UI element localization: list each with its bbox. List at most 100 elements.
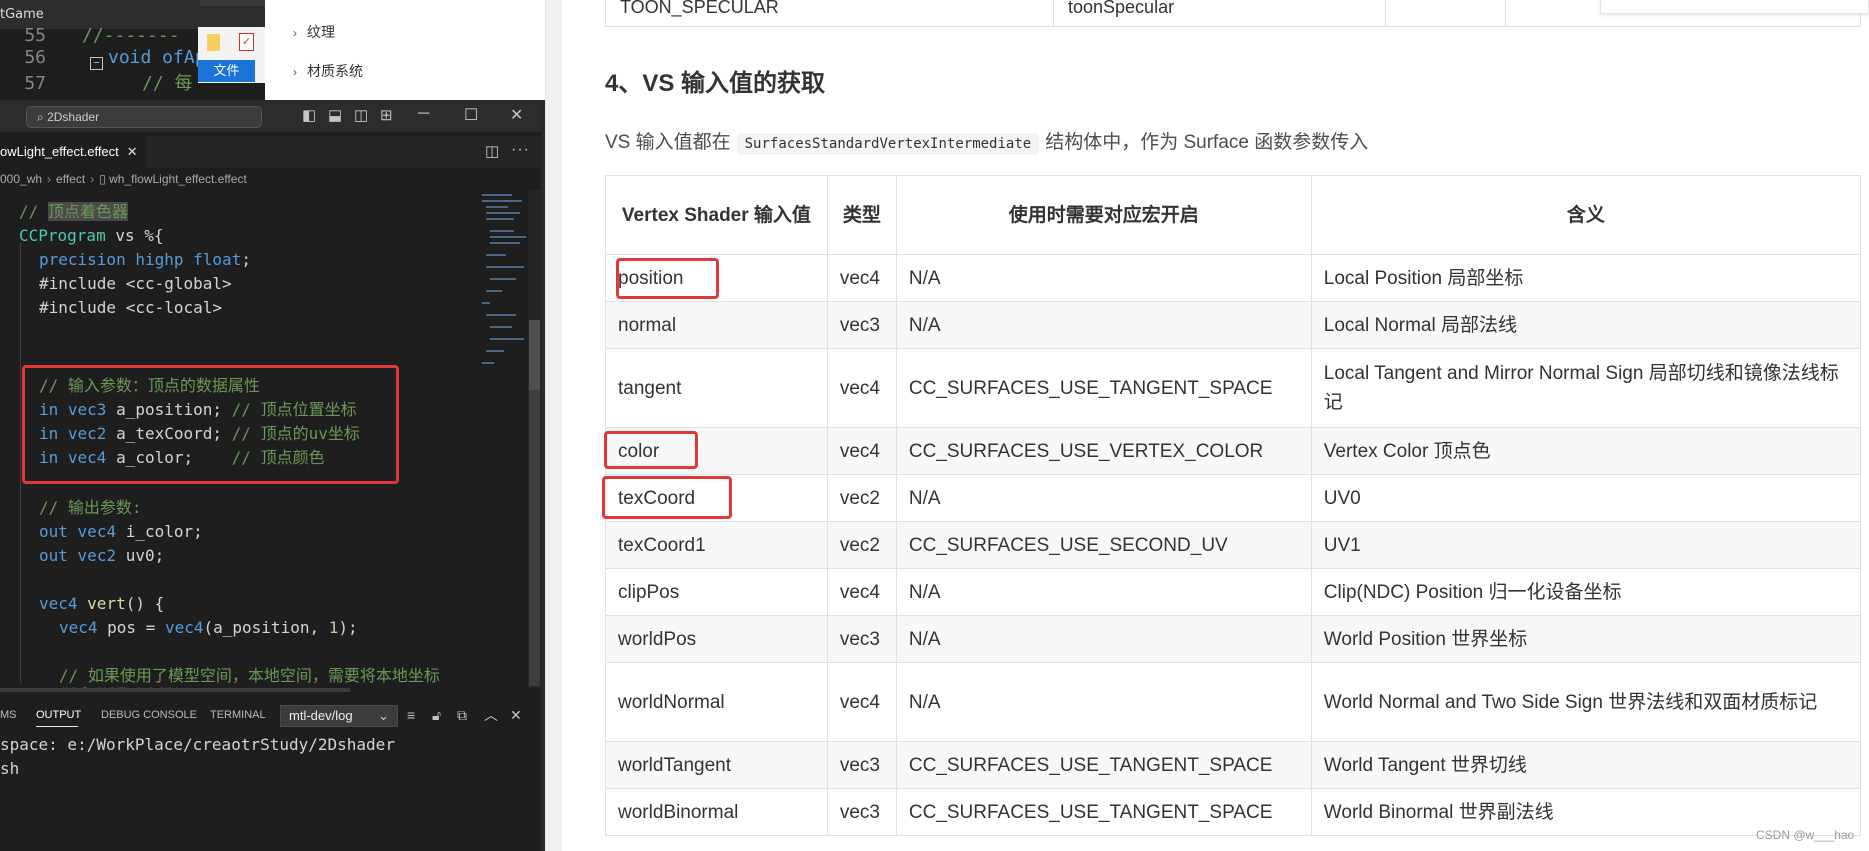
code-line: precision highp float; bbox=[39, 250, 251, 269]
table-cell: UV1 bbox=[1310, 521, 1862, 569]
file-icon: ▯ bbox=[99, 172, 110, 186]
table-row: clipPos vec4 N/A Clip(NDC) Position 归一化设备坐标 bbox=[605, 568, 1862, 616]
tab-debug-console[interactable]: DEBUG CONSOLE bbox=[101, 709, 197, 721]
editor-scrollbar-region bbox=[529, 390, 540, 686]
output-channel-select[interactable]: mtl-dev/log ⌄ bbox=[280, 705, 398, 727]
table-cell: TOON_SPECULAR bbox=[606, 0, 1054, 27]
breadcrumb-item[interactable]: wh_flowLight_effect.effect bbox=[109, 172, 247, 186]
code-line: // 顶点着色器 bbox=[19, 202, 128, 221]
split-editor-icon[interactable]: ◫ bbox=[485, 142, 499, 160]
chevron-right-icon: › bbox=[47, 172, 52, 186]
new-window-icon[interactable]: ⧉ bbox=[457, 708, 467, 722]
table-cell: vec2 bbox=[826, 474, 897, 522]
background-titlebar-accent bbox=[200, 0, 265, 6]
table-cell: vec4 bbox=[826, 568, 897, 616]
nav-item-material-system[interactable]: › 材质系统 bbox=[293, 61, 363, 81]
table-row: worldBinormal vec3 CC_SURFACES_USE_TANGENT… bbox=[605, 788, 1862, 836]
table-cell: N/A bbox=[895, 615, 1312, 663]
table-row: normal vec3 N/A Local Normal 局部法线 bbox=[605, 301, 1862, 349]
close-icon[interactable]: ✕ bbox=[510, 105, 523, 125]
breadcrumb-item[interactable]: effect bbox=[56, 172, 85, 186]
column-header: 使用时需要对应宏开启 bbox=[895, 175, 1312, 255]
table-cell: worldNormal bbox=[605, 662, 828, 742]
table-cell: tangent bbox=[605, 348, 828, 428]
tab-flowlight-effect[interactable]: owLight_effect.effect ✕ bbox=[0, 136, 146, 168]
table-cell: vec3 bbox=[826, 301, 897, 349]
table-cell: N/A bbox=[895, 662, 1312, 742]
table-cell: Vertex Color 顶点色 bbox=[1310, 427, 1862, 475]
file-tab-button[interactable]: 文件 bbox=[198, 60, 255, 82]
code-line: vec4 pos = vec4(a_position, 1); bbox=[59, 618, 358, 637]
window-border bbox=[541, 100, 545, 851]
table-cell: Local Tangent and Mirror Normal Sign 局部切… bbox=[1310, 348, 1862, 428]
background-window-title: tGame bbox=[0, 7, 44, 22]
layout-customize-icon[interactable]: ⊞ bbox=[380, 108, 393, 124]
nav-scrollbar[interactable] bbox=[545, 0, 562, 851]
vs-input-table: Vertex Shader 输入值 类型 使用时需要对应宏开启 含义 posit… bbox=[605, 175, 1862, 836]
checklist-icon[interactable]: ✓ bbox=[239, 33, 254, 51]
table-cell: vec4 bbox=[826, 662, 897, 742]
table-header-row: Vertex Shader 输入值 类型 使用时需要对应宏开启 含义 bbox=[605, 175, 1862, 255]
code-line: vec4 vert() { bbox=[39, 594, 165, 613]
table-cell: UV0 bbox=[1310, 474, 1862, 522]
inline-code: SurfacesStandardVertexIntermediate bbox=[736, 133, 1040, 155]
chevron-right-icon: › bbox=[90, 172, 95, 186]
table-cell: toonSpecular bbox=[1054, 0, 1386, 27]
clear-output-icon[interactable]: ≡ bbox=[407, 708, 415, 722]
tab-problems[interactable]: MS bbox=[0, 709, 17, 721]
table-cell: vec4 bbox=[826, 427, 897, 475]
editor-scrollbar-thumb[interactable] bbox=[529, 320, 540, 390]
table-cell: worldTangent bbox=[605, 741, 828, 789]
code-line: #include <cc-global> bbox=[39, 274, 232, 293]
table-cell: Clip(NDC) Position 归一化设备坐标 bbox=[1310, 568, 1862, 616]
more-icon[interactable]: ··· bbox=[511, 141, 530, 159]
nav-item-texture[interactable]: › 纹理 bbox=[293, 22, 335, 42]
table-row: texCoord vec2 N/A UV0 bbox=[605, 474, 1862, 522]
table-cell: CC_SURFACES_USE_TANGENT_SPACE bbox=[895, 741, 1312, 789]
highlight-box-color bbox=[604, 431, 698, 469]
maximize-panel-icon[interactable]: ︿ bbox=[484, 708, 498, 722]
command-center-search[interactable]: ⌕ 2Dshader bbox=[26, 106, 262, 128]
code-line: CCProgram vs %{ bbox=[19, 226, 164, 245]
layout-sidebar-right-icon[interactable]: ◫ bbox=[354, 108, 368, 124]
floating-toolbar bbox=[1600, 0, 1869, 14]
table-cell: N/A bbox=[895, 568, 1312, 616]
watermark: CSDN @w___hao bbox=[1756, 828, 1855, 842]
table-cell: worldBinormal bbox=[605, 788, 828, 836]
breadcrumb-item[interactable]: 000_wh bbox=[0, 172, 42, 186]
output-line: space: e:/WorkPlace/creaotrStudy/2Dshade… bbox=[0, 735, 395, 754]
tab-terminal[interactable]: TERMINAL bbox=[210, 709, 266, 721]
table-cell: N/A bbox=[895, 474, 1312, 522]
table-cell: vec4 bbox=[826, 348, 897, 428]
panel-resize-sash[interactable] bbox=[0, 688, 350, 692]
chevron-right-icon: › bbox=[293, 26, 297, 40]
table-cell: vec3 bbox=[826, 788, 897, 836]
code-line: out vec4 i_color; bbox=[39, 522, 203, 541]
table-cell: worldPos bbox=[605, 615, 828, 663]
layout-panel-icon[interactable]: ⬓ bbox=[328, 108, 342, 124]
table-row: worldPos vec3 N/A World Position 世界坐标 bbox=[605, 615, 1862, 663]
minimap[interactable] bbox=[476, 190, 528, 430]
table-cell: Local Position 局部坐标 bbox=[1310, 254, 1862, 302]
table-cell: vec3 bbox=[826, 741, 897, 789]
table-cell: World Position 世界坐标 bbox=[1310, 615, 1862, 663]
tab-output[interactable]: OUTPUT bbox=[36, 709, 81, 721]
tab-close-icon[interactable]: ✕ bbox=[127, 144, 138, 159]
folder-icon[interactable] bbox=[207, 34, 220, 51]
table-cell: N/A bbox=[895, 301, 1312, 349]
active-tab-indicator bbox=[36, 726, 78, 727]
highlight-box-texcoord bbox=[602, 476, 732, 519]
table-cell: World Tangent 世界切线 bbox=[1310, 741, 1862, 789]
code-line: // 输出参数: bbox=[39, 498, 142, 517]
layout-sidebar-icon[interactable]: ◧ bbox=[302, 108, 316, 124]
maximize-icon[interactable]: ☐ bbox=[464, 105, 478, 125]
column-header: 类型 bbox=[826, 175, 897, 255]
close-panel-icon[interactable]: ✕ bbox=[510, 708, 522, 722]
code-line: out vec2 uv0; bbox=[39, 546, 165, 565]
chevron-right-icon: › bbox=[293, 65, 297, 79]
table-cell: texCoord1 bbox=[605, 521, 828, 569]
table-row: position vec4 N/A Local Position 局部坐标 bbox=[605, 254, 1862, 302]
lock-icon[interactable]: 🔓︎ bbox=[432, 708, 441, 722]
table-cell: clipPos bbox=[605, 568, 828, 616]
minimize-icon[interactable]: ─ bbox=[418, 105, 429, 123]
